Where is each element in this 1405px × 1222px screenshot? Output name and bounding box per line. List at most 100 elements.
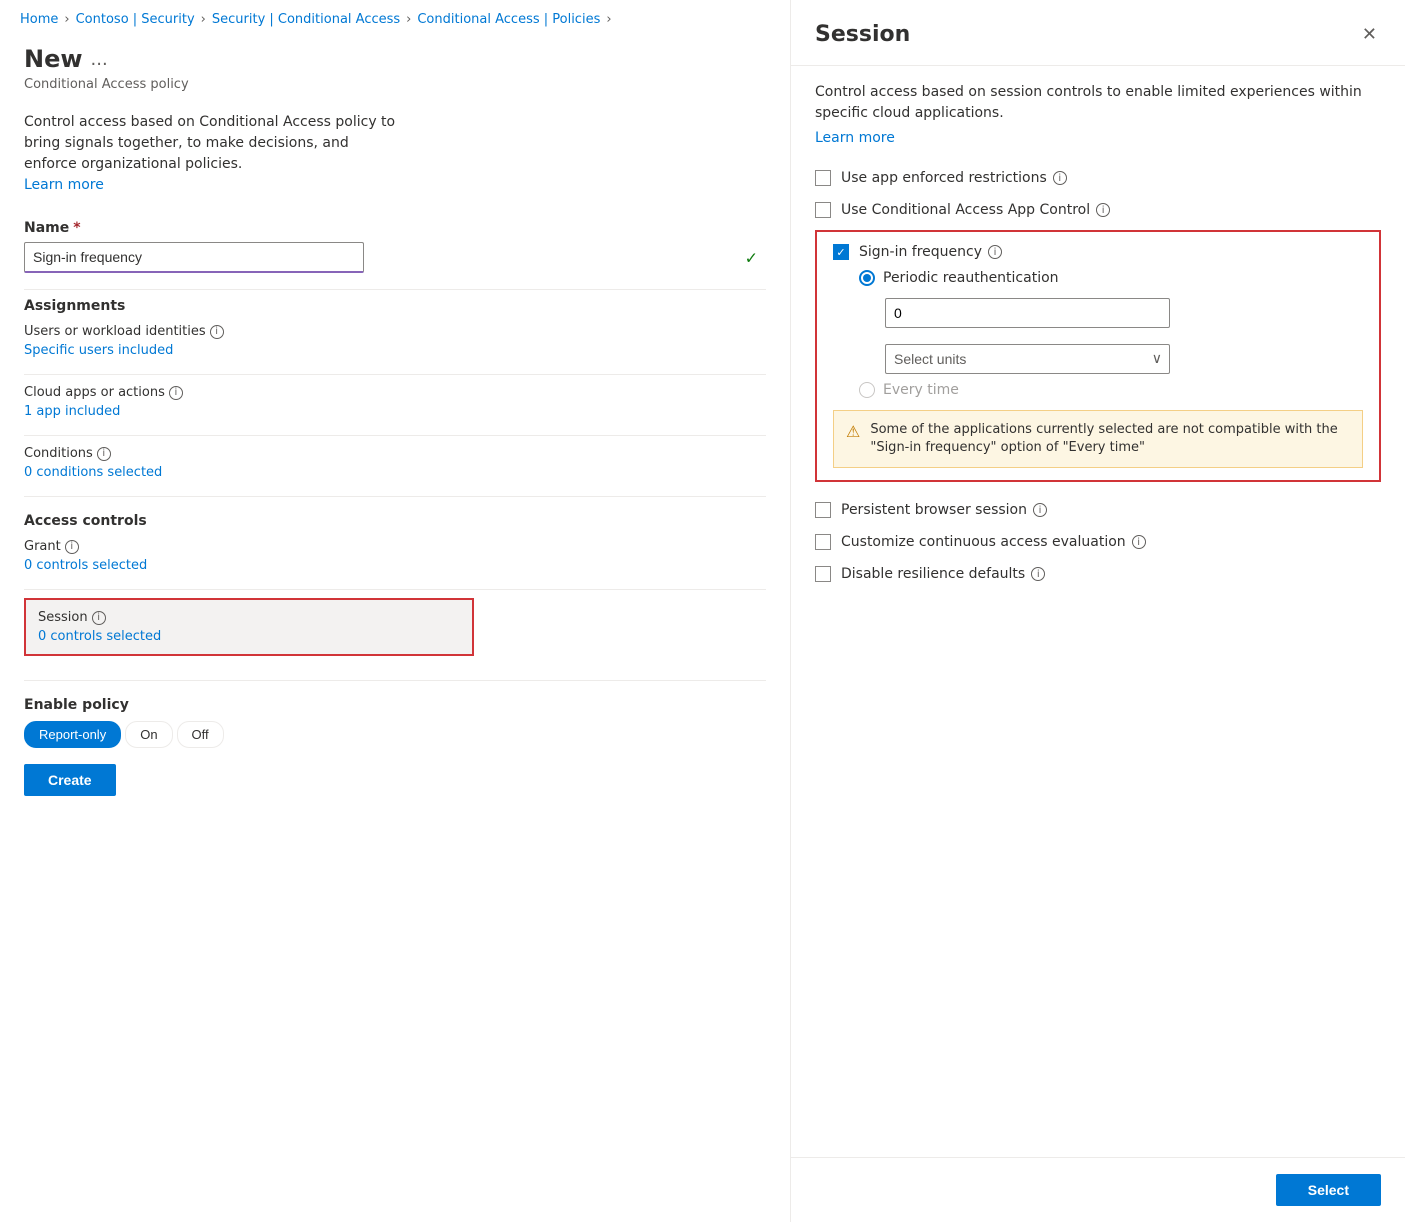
- page-title: New ...: [24, 45, 766, 73]
- toggle-off[interactable]: Off: [177, 721, 224, 748]
- toggle-on[interactable]: On: [125, 721, 172, 748]
- enable-policy-section: Enable policy Report-only On Off Create: [24, 680, 766, 796]
- checkbox-app-enforced[interactable]: [815, 170, 831, 186]
- radio-periodic: Periodic reauthentication: [859, 270, 1363, 286]
- radio-every-time: Every time: [859, 382, 1363, 398]
- signin-frequency-section: Sign-in frequency i Periodic reauthentic…: [815, 230, 1381, 482]
- session-divider: [24, 589, 766, 590]
- conditions-info-icon: i: [97, 447, 111, 461]
- warning-icon: ⚠: [846, 422, 860, 441]
- select-button[interactable]: Select: [1276, 1174, 1381, 1206]
- name-field-section: Name * ✓: [24, 220, 766, 273]
- grant-link[interactable]: 0 controls selected: [24, 558, 766, 573]
- grant-section: Grant i 0 controls selected: [24, 539, 766, 573]
- page-title-ellipsis: ...: [91, 49, 108, 70]
- label-app-enforced: Use app enforced restrictions i: [841, 170, 1067, 186]
- radio-every-time-label: Every time: [883, 382, 959, 398]
- label-signin-freq: Sign-in frequency i: [859, 244, 1002, 260]
- breadcrumb-policies[interactable]: Conditional Access | Policies: [417, 12, 600, 27]
- checkbox-disable-resilience[interactable]: [815, 566, 831, 582]
- toggle-group: Report-only On Off: [24, 721, 766, 748]
- check-icon: ✓: [745, 248, 758, 267]
- breadcrumb-contoso[interactable]: Contoso | Security: [76, 12, 195, 27]
- radio-group: Periodic reauthentication Select units H…: [859, 270, 1363, 398]
- conditions-divider: [24, 435, 766, 436]
- learn-more-link[interactable]: Learn more: [24, 177, 104, 193]
- panel-description: Control access based on session controls…: [815, 82, 1381, 124]
- panel-body: Control access based on session controls…: [791, 66, 1405, 1157]
- description: Control access based on Conditional Acce…: [24, 112, 404, 196]
- persistent-browser-info-icon: i: [1033, 503, 1047, 517]
- left-content: New ... Conditional Access policy Contro…: [0, 35, 790, 1222]
- session-info-icon: i: [92, 611, 106, 625]
- cloud-apps-divider: [24, 374, 766, 375]
- option-app-enforced: Use app enforced restrictions i: [815, 162, 1381, 194]
- access-controls-label: Access controls: [24, 513, 766, 529]
- toggle-report-only[interactable]: Report-only: [24, 721, 121, 748]
- panel-header: Session ✕: [791, 0, 1405, 66]
- checkbox-ca-app-control[interactable]: [815, 202, 831, 218]
- session-box-label: Session i: [38, 610, 460, 625]
- close-button[interactable]: ✕: [1358, 20, 1381, 49]
- app-enforced-info-icon: i: [1053, 171, 1067, 185]
- signin-freq-header: Sign-in frequency i: [833, 244, 1363, 260]
- continuous-access-info-icon: i: [1132, 535, 1146, 549]
- breadcrumb: Home › Contoso | Security › Security | C…: [0, 0, 790, 35]
- panel-footer: Select: [791, 1157, 1405, 1222]
- label-disable-resilience: Disable resilience defaults i: [841, 566, 1045, 582]
- warning-box: ⚠ Some of the applications currently sel…: [833, 410, 1363, 468]
- radio-periodic-btn[interactable]: [859, 270, 875, 286]
- users-label: Users or workload identities i: [24, 324, 766, 339]
- access-controls-divider: [24, 496, 766, 497]
- create-button[interactable]: Create: [24, 764, 116, 796]
- disable-resilience-info-icon: i: [1031, 567, 1045, 581]
- panel-title: Session: [815, 22, 910, 47]
- session-box-link[interactable]: 0 controls selected: [38, 629, 460, 644]
- users-link[interactable]: Specific users included: [24, 343, 766, 358]
- label-persistent-browser: Persistent browser session i: [841, 502, 1047, 518]
- checkbox-signin-freq[interactable]: [833, 244, 849, 260]
- cloud-apps-section: Cloud apps or actions i 1 app included: [24, 385, 766, 419]
- required-star: *: [73, 220, 80, 236]
- session-box[interactable]: Session i 0 controls selected: [24, 598, 474, 656]
- panel-learn-more[interactable]: Learn more: [815, 130, 895, 146]
- ca-app-control-info-icon: i: [1096, 203, 1110, 217]
- cloud-apps-link[interactable]: 1 app included: [24, 404, 766, 419]
- select-units-dropdown[interactable]: Select units Hours Days: [885, 344, 1170, 374]
- label-ca-app-control: Use Conditional Access App Control i: [841, 202, 1110, 218]
- conditions-label: Conditions i: [24, 446, 766, 461]
- checkbox-persistent-browser[interactable]: [815, 502, 831, 518]
- assignments-divider: [24, 289, 766, 290]
- right-panel: Session ✕ Control access based on sessio…: [790, 0, 1405, 1222]
- name-label: Name *: [24, 220, 766, 236]
- grant-info-icon: i: [65, 540, 79, 554]
- users-info-icon: i: [210, 325, 224, 339]
- enable-policy-label: Enable policy: [24, 697, 766, 713]
- options-list: Use app enforced restrictions i Use Cond…: [815, 162, 1381, 590]
- assignments-label: Assignments: [24, 298, 766, 314]
- option-disable-resilience: Disable resilience defaults i: [815, 558, 1381, 590]
- frequency-number-input[interactable]: [885, 298, 1170, 328]
- users-section: Users or workload identities i Specific …: [24, 324, 766, 358]
- radio-periodic-label: Periodic reauthentication: [883, 270, 1059, 286]
- option-persistent-browser: Persistent browser session i: [815, 494, 1381, 526]
- cloud-apps-info-icon: i: [169, 386, 183, 400]
- select-units-wrapper: Select units Hours Days ∨: [885, 344, 1170, 374]
- page-subtitle: Conditional Access policy: [24, 77, 766, 92]
- conditions-link[interactable]: 0 conditions selected: [24, 465, 766, 480]
- option-ca-app-control: Use Conditional Access App Control i: [815, 194, 1381, 226]
- checkbox-continuous-access[interactable]: [815, 534, 831, 550]
- label-continuous-access: Customize continuous access evaluation i: [841, 534, 1146, 550]
- signin-freq-info-icon: i: [988, 245, 1002, 259]
- warning-text: Some of the applications currently selec…: [870, 421, 1350, 457]
- name-input-wrapper: ✓: [24, 242, 766, 273]
- breadcrumb-home[interactable]: Home: [20, 12, 58, 27]
- breadcrumb-security-ca[interactable]: Security | Conditional Access: [212, 12, 400, 27]
- left-panel: Home › Contoso | Security › Security | C…: [0, 0, 790, 1222]
- grant-label: Grant i: [24, 539, 766, 554]
- cloud-apps-label: Cloud apps or actions i: [24, 385, 766, 400]
- radio-every-time-btn[interactable]: [859, 382, 875, 398]
- name-input[interactable]: [24, 242, 364, 273]
- conditions-section: Conditions i 0 conditions selected: [24, 446, 766, 480]
- option-continuous-access: Customize continuous access evaluation i: [815, 526, 1381, 558]
